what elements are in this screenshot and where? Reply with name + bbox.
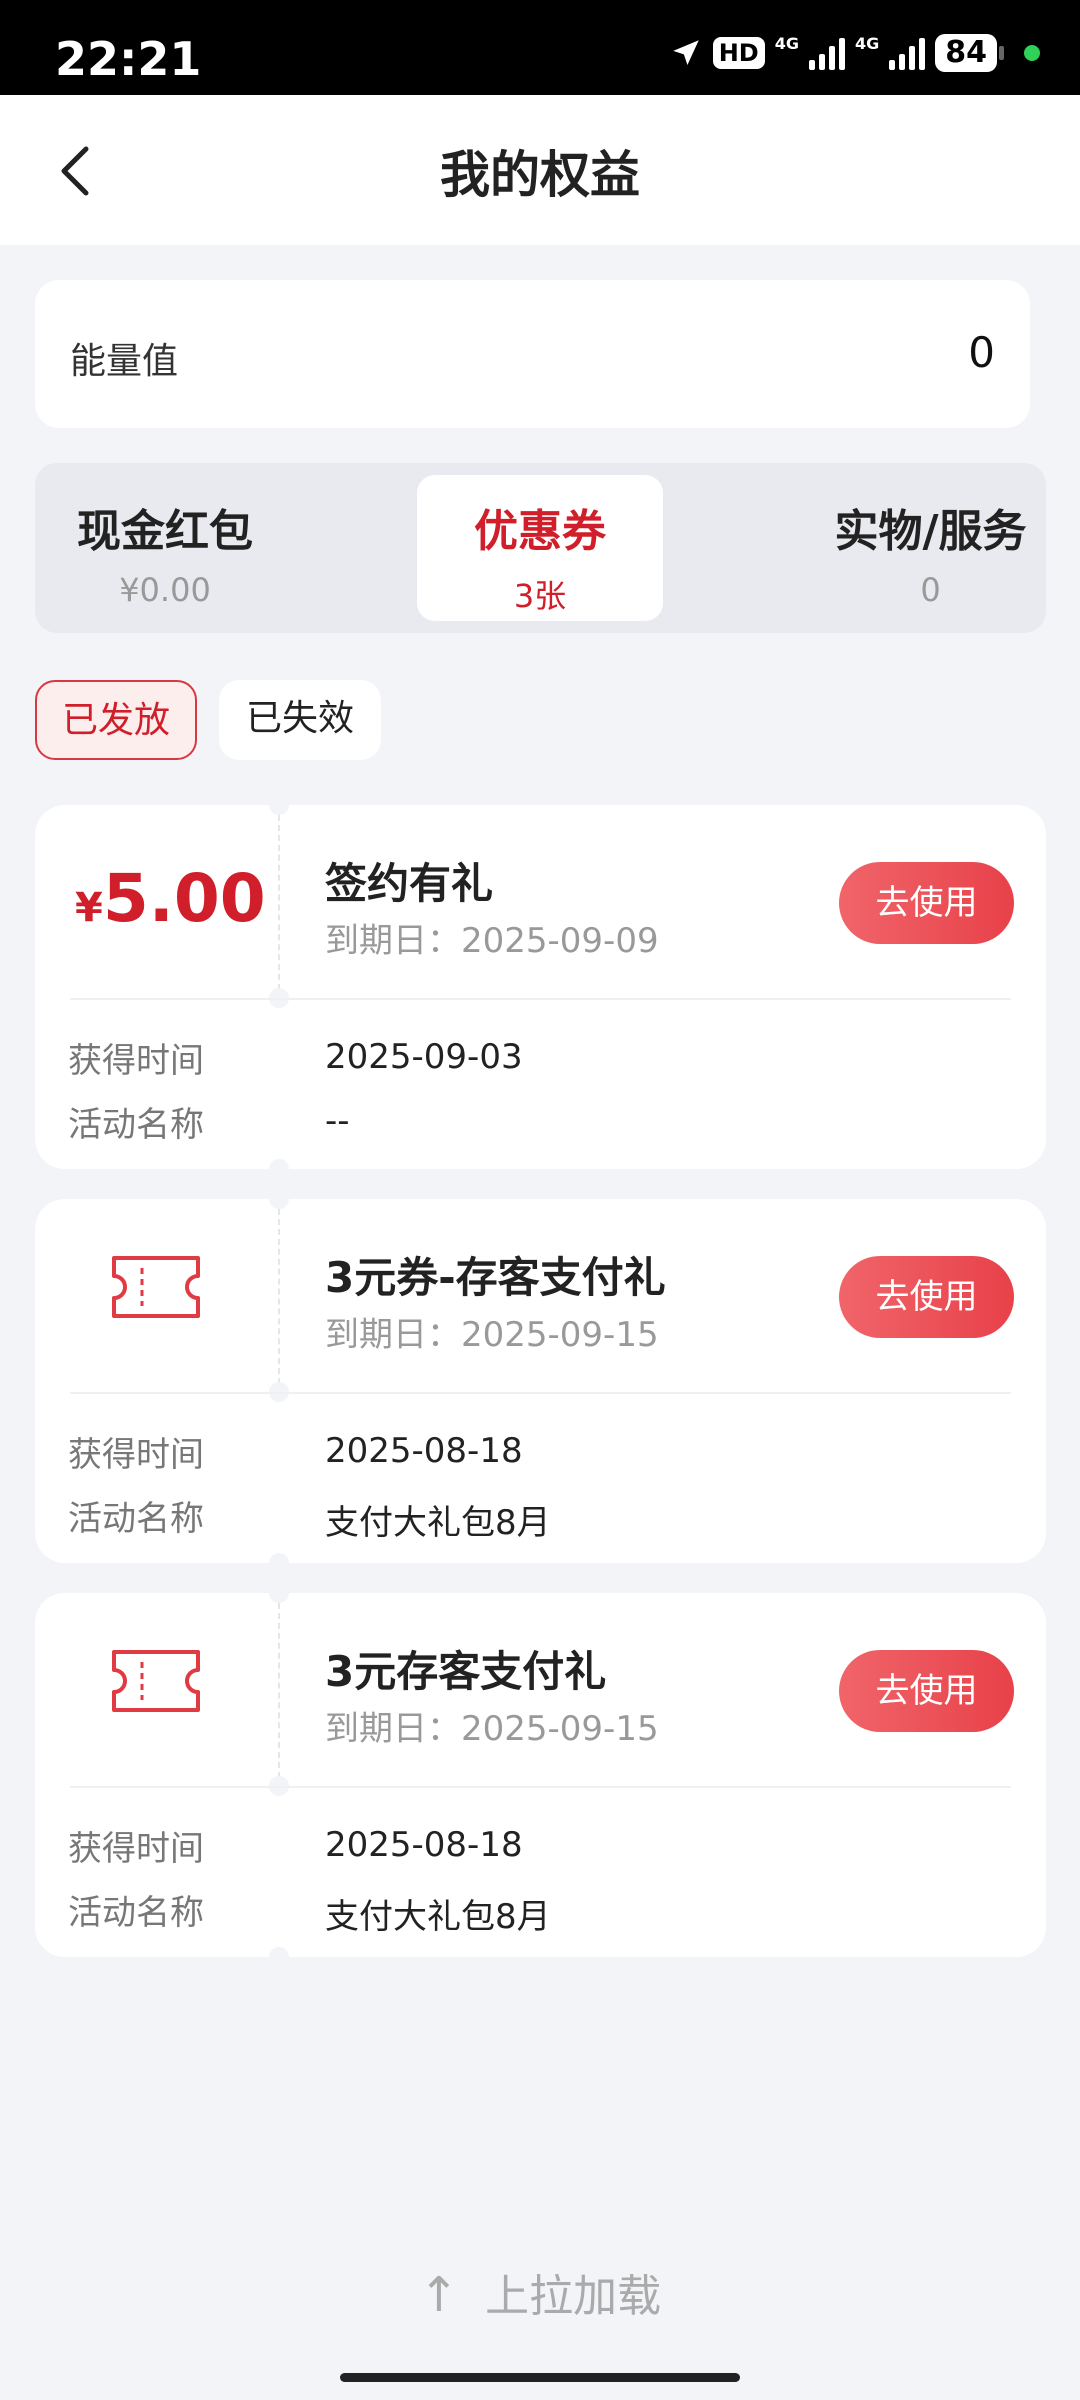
activity-name-label: 活动名称	[68, 1105, 204, 1145]
status-time: 22:21	[55, 32, 202, 86]
notch	[269, 1159, 289, 1179]
activity-name-value: 支付大礼包8月	[325, 1503, 551, 1543]
home-indicator[interactable]	[340, 2373, 740, 2382]
signal-icon-2	[889, 36, 926, 70]
use-button[interactable]: 去使用	[839, 1650, 1014, 1732]
notch	[269, 1947, 289, 1967]
nav-bar: 我的权益	[0, 95, 1080, 245]
obtained-time-value: 2025-09-03	[325, 1037, 523, 1077]
divider	[70, 1392, 1011, 1394]
tab-cash-red-packet[interactable]: 现金红包 ¥0.00	[55, 475, 275, 621]
notch	[269, 1189, 289, 1209]
obtained-time-label: 获得时间	[68, 1041, 204, 1081]
arrow-up-icon: ↑	[418, 2267, 460, 2323]
coupon-card: 3元券-存客支付礼 到期日：2025-09-15 去使用 获得时间 2025-0…	[35, 1189, 1046, 1573]
pull-up-hint: ↑ 上拉加载	[0, 2260, 1080, 2324]
divider	[70, 1786, 1011, 1788]
signal-icon	[808, 36, 845, 70]
energy-value: 0	[968, 328, 995, 377]
notch	[269, 1553, 289, 1573]
coupon-name: 3元存客支付礼	[325, 1647, 607, 1696]
obtained-time-value: 2025-08-18	[325, 1431, 523, 1471]
filter-issued[interactable]: 已发放	[35, 680, 197, 760]
divider	[278, 815, 280, 990]
tab-sub: 3张	[513, 577, 567, 615]
privacy-indicator-dot	[1024, 45, 1040, 61]
hd-badge: HD	[712, 37, 765, 69]
activity-name-label: 活动名称	[68, 1893, 204, 1933]
status-icons: HD 4G 4G 84	[669, 34, 1040, 72]
activity-name-label: 活动名称	[68, 1499, 204, 1539]
amount-value: 5.00	[102, 860, 266, 937]
obtained-time-value: 2025-08-18	[325, 1825, 523, 1865]
tab-goods-services[interactable]: 实物/服务 0	[815, 475, 1046, 621]
use-button[interactable]: 去使用	[839, 862, 1014, 944]
tab-sub: ¥0.00	[119, 571, 211, 609]
coupon-expiry: 到期日：2025-09-15	[325, 1709, 659, 1749]
notch	[269, 1583, 289, 1603]
coupon-expiry: 到期日：2025-09-15	[325, 1315, 659, 1355]
tab-label: 优惠券	[474, 506, 606, 557]
location-arrow-icon	[672, 40, 699, 66]
coupon-amount: ¥5.00	[75, 860, 266, 937]
ticket-icon	[112, 1256, 200, 1318]
pull-up-text: 上拉加载	[485, 2271, 662, 2322]
network-4g-label-2: 4G	[854, 34, 880, 53]
obtained-time-label: 获得时间	[68, 1435, 204, 1475]
battery-icon	[999, 46, 1004, 60]
divider	[70, 998, 1011, 1000]
energy-label: 能量值	[70, 341, 179, 382]
ticket-icon	[112, 1650, 200, 1712]
page-title: 我的权益	[440, 146, 640, 204]
activity-name-value: --	[325, 1101, 350, 1141]
status-bar: 22:21 HD 4G 4G 84	[0, 0, 1080, 95]
category-tabs: 现金红包 ¥0.00 优惠券 3张 实物/服务 0	[35, 463, 1046, 633]
divider	[278, 1209, 280, 1384]
energy-card: 能量值 0	[35, 280, 1030, 428]
tab-sub: 0	[920, 571, 941, 609]
activity-name-value: 支付大礼包8月	[325, 1897, 551, 1937]
coupon-name: 3元券-存客支付礼	[325, 1253, 666, 1302]
network-4g-label: 4G	[774, 34, 799, 53]
coupon-card: 3元存客支付礼 到期日：2025-09-15 去使用 获得时间 2025-08-…	[35, 1583, 1046, 1967]
tab-label: 实物/服务	[834, 506, 1027, 557]
tab-coupons[interactable]: 优惠券 3张	[417, 475, 663, 621]
tab-label: 现金红包	[77, 506, 253, 557]
currency-symbol: ¥	[75, 885, 103, 931]
divider	[278, 1603, 280, 1778]
battery-level: 84	[935, 34, 997, 72]
obtained-time-label: 获得时间	[68, 1829, 204, 1869]
notch	[269, 795, 289, 815]
coupon-name: 签约有礼	[325, 859, 494, 908]
coupon-expiry: 到期日：2025-09-09	[325, 921, 659, 961]
coupon-card: ¥5.00 签约有礼 到期日：2025-09-09 去使用 获得时间 2025-…	[35, 795, 1046, 1179]
use-button[interactable]: 去使用	[839, 1256, 1014, 1338]
filter-expired[interactable]: 已失效	[219, 680, 381, 760]
